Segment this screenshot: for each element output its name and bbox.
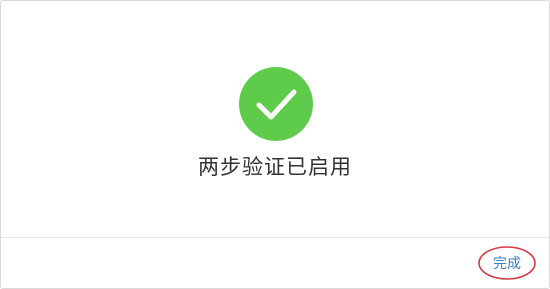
- two-step-verification-dialog: 两步验证已启用 完成: [0, 0, 550, 289]
- dialog-body: 两步验证已启用: [1, 1, 549, 237]
- checkmark-icon: [256, 89, 297, 120]
- done-button[interactable]: 完成: [477, 245, 537, 281]
- done-button-label: 完成: [493, 255, 521, 271]
- status-message: 两步验证已启用: [198, 155, 352, 179]
- check-circle-icon: [239, 67, 313, 141]
- dialog-footer: 完成: [1, 238, 549, 288]
